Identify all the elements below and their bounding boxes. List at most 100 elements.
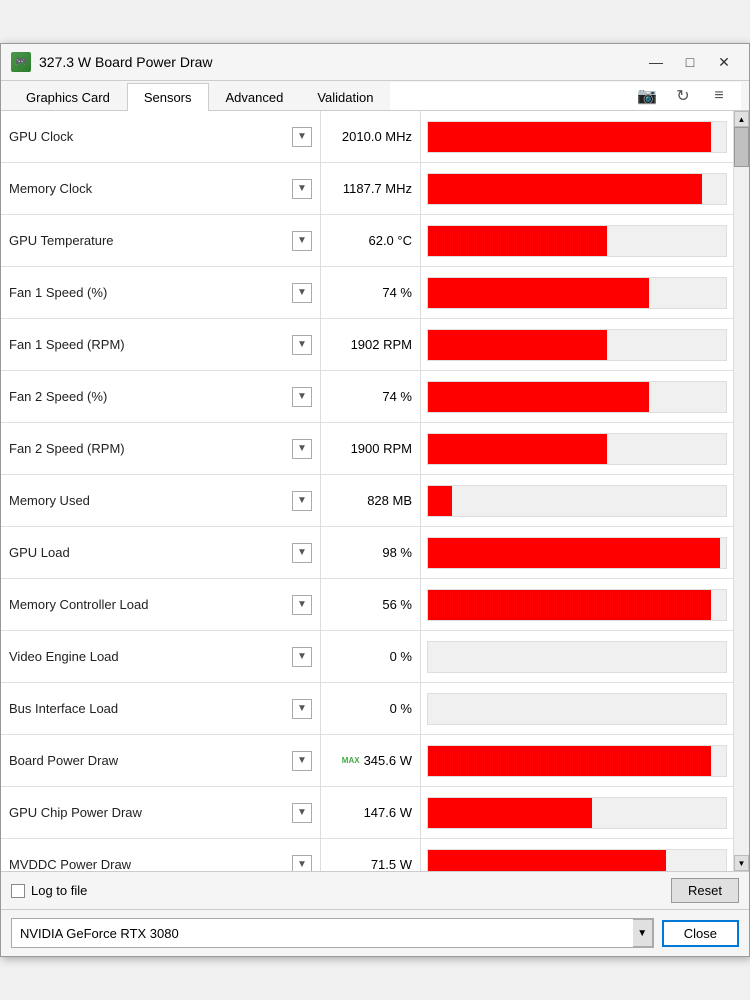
sensor-name-label-9: Memory Controller Load bbox=[9, 597, 286, 612]
bar-container-13 bbox=[427, 797, 727, 829]
bar-container-4 bbox=[427, 329, 727, 361]
scroll-up-button[interactable]: ▲ bbox=[734, 111, 749, 127]
log-checkbox[interactable] bbox=[11, 884, 25, 898]
sensor-row-1: Memory Clock ▼ 1187.7 MHz bbox=[1, 163, 733, 215]
sensor-name-cell-2: GPU Temperature▼ bbox=[1, 215, 321, 266]
sensor-value-cell-2: 62.0 °C bbox=[321, 215, 421, 266]
tab-advanced[interactable]: Advanced bbox=[209, 83, 301, 111]
scrollbar-track bbox=[734, 127, 749, 855]
sensor-name-cell-12: Board Power Draw▼ bbox=[1, 735, 321, 786]
sensor-value-9: 56 % bbox=[382, 597, 412, 612]
sensor-bar-cell-0 bbox=[421, 111, 733, 162]
bar-fill-0 bbox=[428, 122, 711, 152]
sensor-value-cell-0: 2010.0 MHz bbox=[321, 111, 421, 162]
sensor-value-cell-1: 1187.7 MHz bbox=[321, 163, 421, 214]
sensor-name-cell-3: Fan 1 Speed (%) ▼ bbox=[1, 267, 321, 318]
sensor-bar-cell-8 bbox=[421, 527, 733, 578]
sensor-dropdown-1[interactable]: ▼ bbox=[292, 179, 312, 199]
sensor-bar-cell-12 bbox=[421, 735, 733, 786]
bar-fill-13 bbox=[428, 798, 592, 828]
sensor-value-cell-10: 0 % bbox=[321, 631, 421, 682]
sensor-name-label-3: Fan 1 Speed (%) bbox=[9, 285, 286, 300]
sensor-value-cell-11: 0 % bbox=[321, 683, 421, 734]
sensor-dropdown-7[interactable]: ▼ bbox=[292, 491, 312, 511]
sensor-value-3: 74 % bbox=[382, 285, 412, 300]
sensor-value-cell-12: MAX345.6 W bbox=[321, 735, 421, 786]
bar-container-1 bbox=[427, 173, 727, 205]
window-controls: — □ ✕ bbox=[641, 50, 739, 74]
sensor-bar-cell-2 bbox=[421, 215, 733, 266]
sensor-dropdown-12[interactable]: ▼ bbox=[292, 751, 312, 771]
sensor-name-label-7: Memory Used bbox=[9, 493, 286, 508]
sensor-dropdown-9[interactable]: ▼ bbox=[292, 595, 312, 615]
sensor-bar-cell-3 bbox=[421, 267, 733, 318]
sensor-value-cell-14: 71.5 W bbox=[321, 839, 421, 871]
log-label: Log to file bbox=[31, 883, 87, 898]
sensor-row-6: Fan 2 Speed (RPM)▼1900 RPM bbox=[1, 423, 733, 475]
reset-button[interactable]: Reset bbox=[671, 878, 739, 903]
sensor-dropdown-8[interactable]: ▼ bbox=[292, 543, 312, 563]
maximize-button[interactable]: □ bbox=[675, 50, 705, 74]
main-window: 🎮 327.3 W Board Power Draw — □ ✕ Graphic… bbox=[0, 43, 750, 957]
scrollbar[interactable]: ▲ ▼ bbox=[733, 111, 749, 871]
sensor-row-5: Fan 2 Speed (%)▼74 % bbox=[1, 371, 733, 423]
minimize-button[interactable]: — bbox=[641, 50, 671, 74]
sensor-bar-cell-10 bbox=[421, 631, 733, 682]
sensor-value-0: 2010.0 MHz bbox=[342, 129, 412, 144]
bar-fill-14 bbox=[428, 850, 666, 872]
refresh-button[interactable]: ↻ bbox=[669, 84, 697, 108]
bar-container-6 bbox=[427, 433, 727, 465]
close-bottom-button[interactable]: Close bbox=[662, 920, 739, 947]
footer: Log to file Reset bbox=[1, 871, 749, 909]
sensor-dropdown-13[interactable]: ▼ bbox=[292, 803, 312, 823]
sensor-bar-cell-13 bbox=[421, 787, 733, 838]
tab-validation[interactable]: Validation bbox=[300, 83, 390, 111]
close-button[interactable]: ✕ bbox=[709, 50, 739, 74]
tab-graphics-card[interactable]: Graphics Card bbox=[9, 83, 127, 111]
bar-container-0 bbox=[427, 121, 727, 153]
tab-sensors[interactable]: Sensors bbox=[127, 83, 209, 111]
gpu-name: NVIDIA GeForce RTX 3080 bbox=[12, 922, 635, 945]
sensors-table: GPU Clock ▼ 2010.0 MHz Memory Clock ▼ 1187.7 … bbox=[1, 111, 733, 871]
bar-container-5 bbox=[427, 381, 727, 413]
sensor-name-label-14: MVDDC Power Draw bbox=[9, 857, 286, 871]
sensor-bar-cell-1 bbox=[421, 163, 733, 214]
camera-button[interactable]: 📷 bbox=[633, 84, 661, 108]
sensor-dropdown-3[interactable]: ▼ bbox=[292, 283, 312, 303]
bar-container-2 bbox=[427, 225, 727, 257]
bar-fill-4 bbox=[428, 330, 607, 360]
sensor-name-cell-10: Video Engine Load▼ bbox=[1, 631, 321, 682]
sensor-name-label-6: Fan 2 Speed (RPM) bbox=[9, 441, 286, 456]
bar-fill-5 bbox=[428, 382, 649, 412]
tab-bar: Graphics Card Sensors Advanced Validatio… bbox=[1, 81, 749, 111]
bar-fill-2 bbox=[428, 226, 607, 256]
sensor-name-cell-4: Fan 1 Speed (RPM)▼ bbox=[1, 319, 321, 370]
sensor-dropdown-11[interactable]: ▼ bbox=[292, 699, 312, 719]
sensor-bar-cell-6 bbox=[421, 423, 733, 474]
scroll-down-button[interactable]: ▼ bbox=[734, 855, 749, 871]
sensor-dropdown-0[interactable]: ▼ bbox=[292, 127, 312, 147]
sensor-dropdown-14[interactable]: ▼ bbox=[292, 855, 312, 872]
sensor-dropdown-6[interactable]: ▼ bbox=[292, 439, 312, 459]
window-title: 327.3 W Board Power Draw bbox=[39, 54, 633, 70]
gpu-dropdown-arrow[interactable]: ▼ bbox=[633, 919, 653, 947]
sensor-value-2: 62.0 °C bbox=[368, 233, 412, 248]
sensor-dropdown-10[interactable]: ▼ bbox=[292, 647, 312, 667]
sensor-name-label-1: Memory Clock bbox=[9, 181, 286, 196]
gpu-selector[interactable]: NVIDIA GeForce RTX 3080 ▼ bbox=[11, 918, 654, 948]
sensor-bar-cell-9 bbox=[421, 579, 733, 630]
bar-fill-8 bbox=[428, 538, 720, 568]
sensor-name-cell-9: Memory Controller Load ▼ bbox=[1, 579, 321, 630]
sensor-name-label-0: GPU Clock bbox=[9, 129, 286, 144]
menu-button[interactable]: ≡ bbox=[705, 84, 733, 108]
sensor-row-11: Bus Interface Load▼0 % bbox=[1, 683, 733, 735]
sensor-value-4: 1902 RPM bbox=[351, 337, 412, 352]
scrollbar-thumb[interactable] bbox=[734, 127, 749, 167]
sensor-name-cell-5: Fan 2 Speed (%)▼ bbox=[1, 371, 321, 422]
sensor-dropdown-4[interactable]: ▼ bbox=[292, 335, 312, 355]
sensor-dropdown-2[interactable]: ▼ bbox=[292, 231, 312, 251]
bar-fill-7 bbox=[428, 486, 452, 516]
sensor-dropdown-5[interactable]: ▼ bbox=[292, 387, 312, 407]
bar-container-7 bbox=[427, 485, 727, 517]
sensor-value-cell-8: 98 % bbox=[321, 527, 421, 578]
